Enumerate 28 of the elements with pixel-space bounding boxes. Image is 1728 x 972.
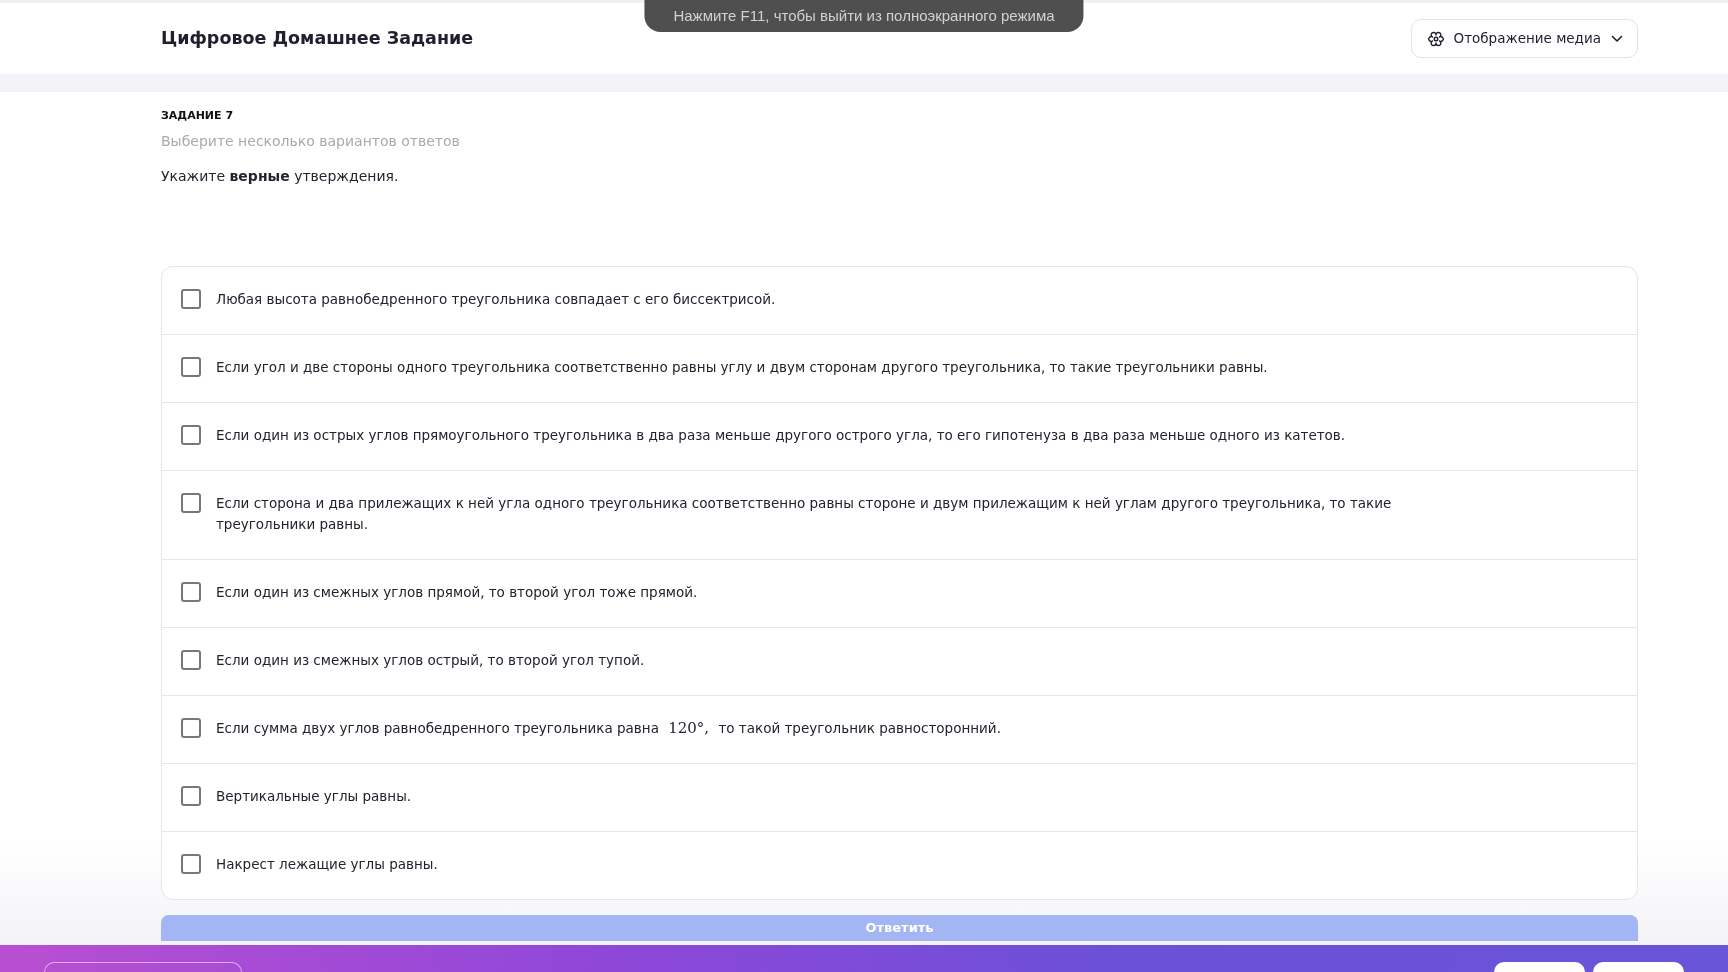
checkbox[interactable] — [181, 493, 201, 513]
checkbox[interactable] — [181, 650, 201, 670]
checkbox[interactable] — [181, 425, 201, 445]
checkbox[interactable] — [181, 854, 201, 874]
option-text: Вертикальные углы равны. — [216, 787, 412, 806]
media-display-button[interactable]: Отображение медиа — [1410, 19, 1638, 58]
checkbox[interactable] — [181, 289, 201, 309]
task-prompt: Укажите верные утверждения. — [161, 167, 400, 186]
footer-button[interactable] — [1593, 962, 1684, 972]
fullscreen-notice: Нажмите F11, чтобы выйти из полноэкранного режима — [644, 0, 1084, 32]
checkbox[interactable] — [181, 357, 201, 377]
checkbox[interactable] — [181, 582, 201, 602]
settings-icon — [1427, 30, 1444, 47]
checkbox[interactable] — [181, 786, 201, 806]
footer-button[interactable] — [1494, 962, 1585, 972]
task-number: ЗАДАНИЕ 7 — [161, 108, 235, 124]
option-text: Накрест лежащие углы равны. — [216, 855, 438, 874]
task-hint: Выберите несколько вариантов ответов — [161, 132, 461, 151]
option-text: Если один из смежных углов острый, то второй угол тупой. — [216, 651, 645, 670]
checkbox[interactable] — [181, 718, 201, 738]
option-text: Если сторона и два прилежащих к ней угла одного треугольника соответственно равны стороне и двум прилежащим к ней углам другого треугольника, то такие треугольники равны. — [216, 494, 1393, 534]
option-text: Если один из острых углов прямоугольного треугольника в два раза меньше другого острого угла, то его гипотенуза в два раза меньше одного из катетов. — [216, 426, 1346, 445]
option-text: Любая высота равнобедренного треугольника совпадает с его биссектрисой. — [216, 290, 776, 309]
option-text: Если угол и две стороны одного треугольника соответственно равны углу и двум сторонам другого треугольника, то такие треугольники равны. — [216, 358, 1268, 377]
option-text: Если один из смежных углов прямой, то второй угол тоже прямой. — [216, 583, 698, 602]
option-text: Если сумма двух углов равнобедренного треугольника равна 120°, то такой треугольник равносторонний. — [216, 718, 1001, 739]
chevron-down-icon — [1611, 34, 1623, 43]
page-title: Цифровое Домашнее Задание — [161, 28, 474, 49]
